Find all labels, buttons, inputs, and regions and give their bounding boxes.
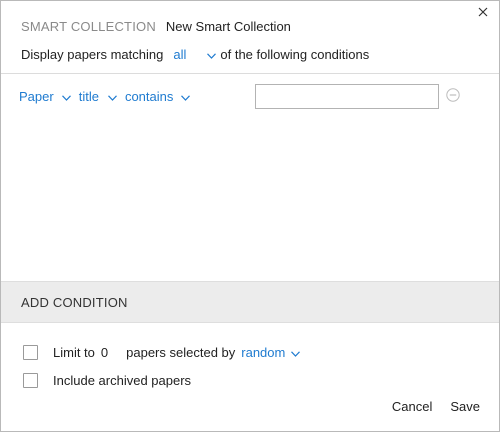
remove-condition-icon[interactable] <box>446 88 460 102</box>
collection-name[interactable]: New Smart Collection <box>166 19 291 34</box>
match-mode-dropdown[interactable]: all <box>173 47 217 62</box>
chevron-down-icon <box>108 89 117 104</box>
condition-operator-dropdown[interactable]: contains <box>124 89 191 104</box>
archived-row: Include archived papers <box>23 373 191 388</box>
cancel-button[interactable]: Cancel <box>392 399 432 414</box>
condition-value-input[interactable] <box>255 84 439 109</box>
dialog-footer: Cancel Save <box>392 399 480 414</box>
include-archived-checkbox[interactable] <box>23 373 38 388</box>
limit-count-input[interactable]: 0 <box>101 345 108 360</box>
condition-operator-value: contains <box>124 89 174 104</box>
limit-row: Limit to 0 papers selected by random <box>23 345 301 360</box>
match-prefix: Display papers matching <box>21 47 164 62</box>
chevron-down-icon <box>181 89 191 104</box>
limit-middle-text: papers selected by <box>126 345 236 360</box>
chevron-down-icon <box>207 47 217 62</box>
add-condition-button[interactable]: ADD CONDITION <box>1 281 499 323</box>
dialog-type-label: SMART COLLECTION <box>21 19 156 34</box>
include-archived-label: Include archived papers <box>53 373 192 388</box>
chevron-down-icon <box>61 89 71 104</box>
header-divider <box>1 73 499 74</box>
limit-checkbox[interactable] <box>23 345 38 360</box>
match-suffix: of the following conditions <box>220 47 370 62</box>
limit-prefix: Limit to <box>53 345 95 360</box>
add-condition-label: ADD CONDITION <box>21 294 128 310</box>
smart-collection-dialog: SMART COLLECTION New Smart Collection Di… <box>0 0 500 432</box>
match-row: Display papers matching all of the follo… <box>21 47 369 62</box>
chevron-down-icon <box>291 345 301 360</box>
condition-attribute-dropdown[interactable]: title <box>79 89 117 104</box>
match-mode-value: all <box>173 47 187 62</box>
condition-field-dropdown[interactable]: Paper <box>19 89 71 104</box>
limit-order-dropdown[interactable]: random <box>241 345 301 360</box>
save-button[interactable]: Save <box>450 399 480 414</box>
limit-order-value: random <box>241 345 286 360</box>
close-icon[interactable] <box>476 5 490 19</box>
dialog-header: SMART COLLECTION New Smart Collection <box>21 19 291 34</box>
condition-attribute-value: title <box>78 89 99 104</box>
condition-field-value: Paper <box>19 89 54 104</box>
condition-row: Paper title contains <box>19 89 198 104</box>
